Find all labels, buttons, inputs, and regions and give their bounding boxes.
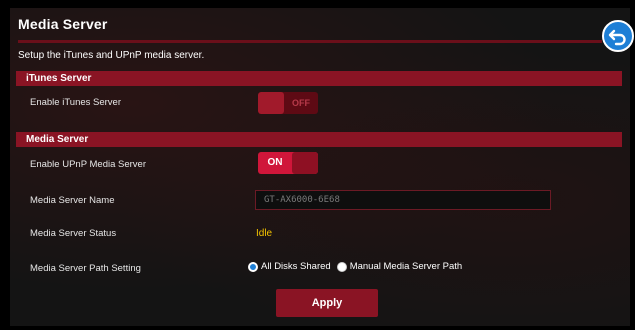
toggle-knob — [292, 152, 318, 174]
back-arrow-icon — [608, 29, 626, 46]
radio-label-all-disks[interactable]: All Disks Shared — [261, 261, 331, 272]
section-header-itunes: iTunes Server — [16, 71, 622, 86]
media-server-status-label: Media Server Status — [30, 228, 117, 239]
media-server-name-label: Media Server Name — [30, 195, 115, 206]
enable-upnp-label: Enable UPnP Media Server — [30, 159, 146, 170]
path-setting-radio-group: All Disks Shared Manual Media Server Pat… — [248, 261, 468, 272]
radio-manual-path[interactable] — [336, 261, 347, 272]
radio-all-disks-shared[interactable] — [248, 261, 258, 272]
toggle-state-label: ON — [267, 157, 283, 168]
enable-itunes-label: Enable iTunes Server — [30, 97, 122, 108]
back-button[interactable] — [602, 20, 634, 52]
section-header-media: Media Server — [16, 132, 622, 147]
page-title: Media Server — [18, 16, 108, 32]
toggle-state-label: OFF — [292, 98, 310, 108]
media-server-path-label: Media Server Path Setting — [30, 263, 141, 274]
upnp-media-server-toggle[interactable]: ON — [258, 152, 318, 174]
apply-button[interactable]: Apply — [276, 289, 378, 317]
page-subtitle: Setup the iTunes and UPnP media server. — [18, 50, 205, 61]
itunes-server-toggle[interactable]: OFF — [258, 92, 318, 114]
media-server-name-input[interactable] — [255, 190, 551, 210]
title-divider — [18, 40, 602, 43]
media-server-status-value: Idle — [256, 228, 273, 239]
toggle-knob — [258, 92, 284, 114]
radio-label-manual-path[interactable]: Manual Media Server Path — [350, 261, 462, 272]
media-server-panel: Media Server Setup the iTunes and UPnP m… — [10, 8, 634, 326]
